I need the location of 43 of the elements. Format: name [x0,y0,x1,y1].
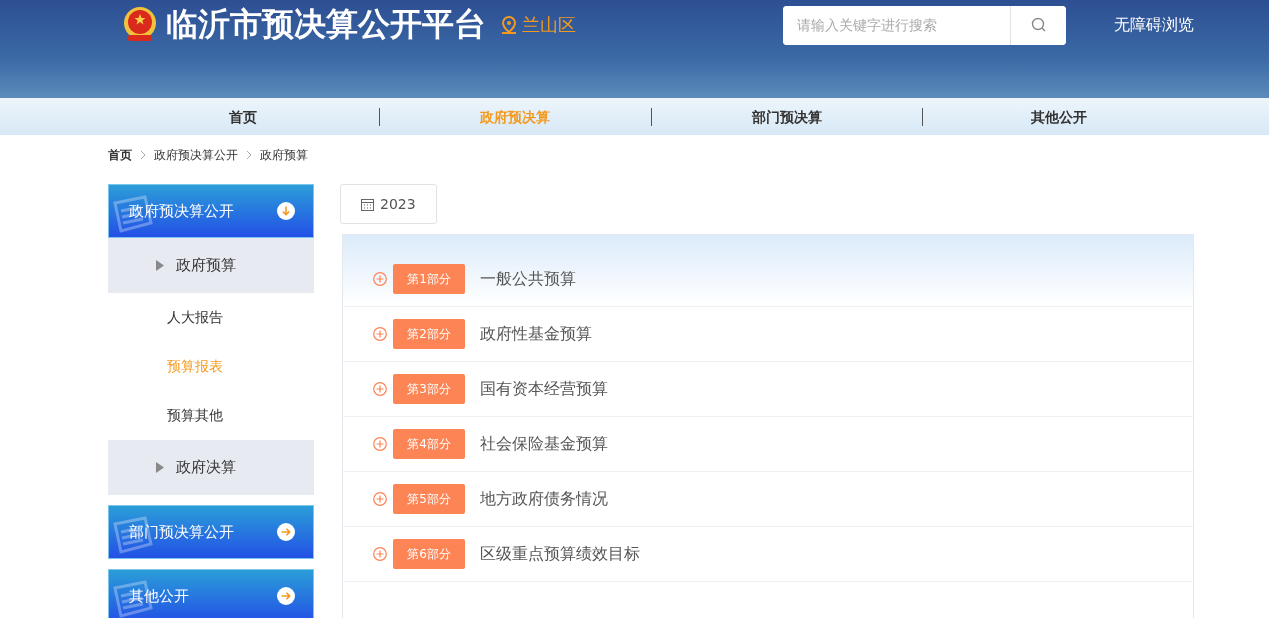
plus-circle-icon[interactable] [373,437,387,451]
part-badge: 第4部分 [393,429,465,459]
sidebar-group[interactable]: 其他公开 [108,569,314,618]
chevron-icon [140,150,146,160]
nav-tab[interactable]: 部门预决算 [650,107,923,126]
part-title-link[interactable]: 区级重点预算绩效目标 [480,543,640,565]
breadcrumb-link[interactable]: 政府预算 [260,146,308,164]
part-title-link[interactable]: 社会保险基金预算 [480,433,608,455]
sidebar-subgroup[interactable]: 政府决算 [108,440,314,495]
search-button[interactable] [1010,5,1066,45]
part-badge: 第6部分 [393,539,465,569]
plus-circle-icon[interactable] [373,272,387,286]
plus-circle-icon[interactable] [373,327,387,341]
sidebar-subgroup[interactable]: 政府预算 [108,238,314,293]
year-button[interactable]: 2023 [340,184,437,224]
breadcrumb-link[interactable]: 首页 [108,146,132,164]
part-title-link[interactable]: 国有资本经营预算 [480,378,608,400]
nav-tab[interactable]: 其他公开 [922,107,1194,126]
part-title-link[interactable]: 一般公共预算 [480,268,576,290]
sidebar-item[interactable]: 预算其他 [108,391,314,440]
triangle-icon [156,462,164,473]
part-title-link[interactable]: 地方政府债务情况 [480,488,608,510]
plus-circle-icon[interactable] [373,382,387,396]
part-badge: 第5部分 [393,484,465,514]
sidebar-group[interactable]: 部门预决算公开 [108,505,314,559]
breadcrumb-link[interactable]: 政府预决算公开 [154,146,238,164]
location-pin-icon [500,15,518,35]
site-title: 临沂市预决算公开平台 [166,4,486,45]
part-badge: 第3部分 [393,374,465,404]
triangle-icon [156,260,164,271]
part-title-link[interactable]: 政府性基金预算 [480,323,592,345]
search-field[interactable]: 请输入关键字进行搜索 [783,5,1066,45]
sidebar-item[interactable]: 人大报告 [108,293,314,342]
part-badge: 第1部分 [393,264,465,294]
nav-tab[interactable]: 首页 [108,107,379,126]
calendar-icon [361,197,374,211]
plus-circle-icon[interactable] [373,492,387,506]
sidebar-group[interactable]: 政府预决算公开 [108,184,314,238]
part-badge: 第2部分 [393,319,465,349]
search-icon [1030,17,1047,33]
plus-circle-icon[interactable] [373,547,387,561]
chevron-icon [246,150,252,160]
accessibility-link[interactable]: 无障碍浏览 [1114,14,1194,36]
